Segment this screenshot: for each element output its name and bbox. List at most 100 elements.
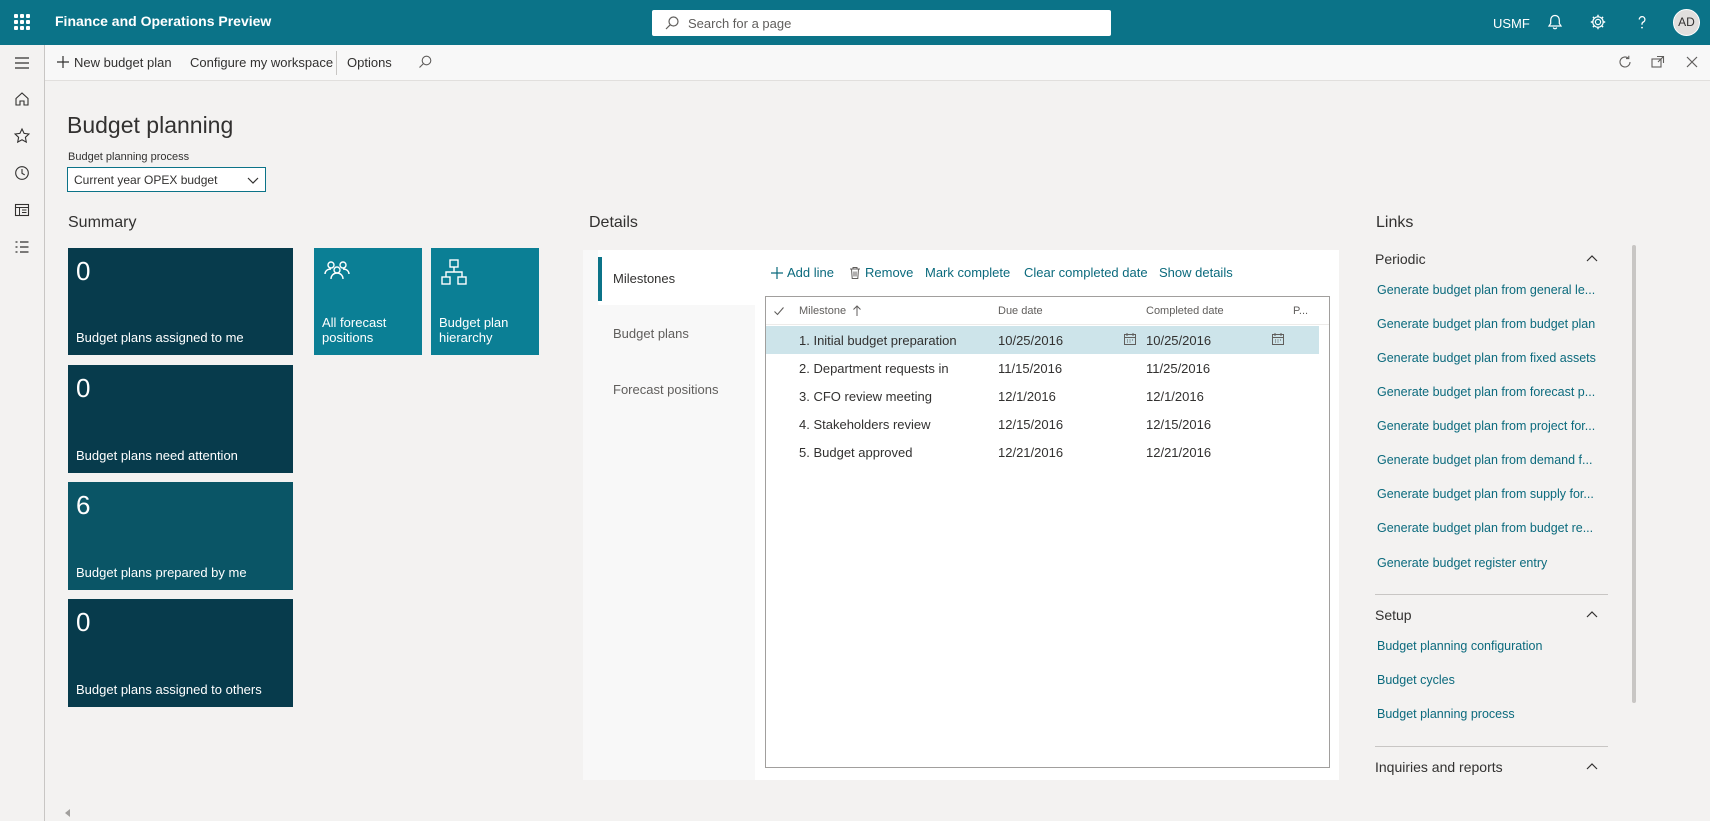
- star-icon[interactable]: [13, 127, 31, 145]
- milestone-cell: 1. Initial budget preparation: [799, 333, 957, 348]
- close-icon[interactable]: [1684, 54, 1700, 70]
- column-header-p[interactable]: P...: [1293, 305, 1308, 317]
- company-picker[interactable]: USMF: [1493, 16, 1530, 31]
- tile-label: Budget plans assigned to others: [76, 682, 262, 697]
- budget-planning-process-combobox[interactable]: Current year OPEX budget: [67, 167, 266, 192]
- chevron-up-icon[interactable]: [1584, 607, 1600, 623]
- hierarchy-icon: [441, 259, 467, 285]
- process-field-label: Budget planning process: [68, 151, 190, 163]
- remove-button[interactable]: Remove: [865, 265, 913, 280]
- app-title[interactable]: Finance and Operations Preview: [55, 13, 271, 29]
- milestone-cell: 3. CFO review meeting: [799, 389, 932, 404]
- tile-count: 0: [76, 607, 91, 637]
- tile-label: Budget plans assigned to me: [76, 330, 244, 345]
- table-row[interactable]: 1. Initial budget preparation 10/25/2016…: [766, 326, 1319, 354]
- checkmark-icon[interactable]: [773, 305, 785, 317]
- links-scrollbar[interactable]: [1632, 245, 1636, 703]
- search-icon[interactable]: [417, 54, 433, 70]
- tile-prepared-by-me[interactable]: 6 Budget plans prepared by me: [68, 482, 293, 590]
- tile-need-attention[interactable]: 0 Budget plans need attention: [68, 365, 293, 473]
- tab-forecast-positions[interactable]: Forecast positions: [613, 382, 719, 397]
- tile-budget-plan-hierarchy[interactable]: Budget plan hierarchy: [431, 248, 539, 355]
- search-input[interactable]: Search for a page: [652, 10, 1111, 36]
- link-generate-from-budget-register[interactable]: Generate budget plan from budget re...: [1377, 521, 1593, 535]
- completed-date-cell[interactable]: 10/25/2016: [1146, 333, 1211, 348]
- link-generate-from-project-forecasts[interactable]: Generate budget plan from project for...: [1377, 419, 1595, 433]
- link-generate-from-general-ledger[interactable]: Generate budget plan from general le...: [1377, 283, 1595, 297]
- table-row[interactable]: 4. Stakeholders review 12/15/2016 12/15/…: [766, 410, 1319, 438]
- chevron-up-icon[interactable]: [1584, 251, 1600, 267]
- completed-date-cell: 12/15/2016: [1146, 417, 1212, 432]
- summary-heading: Summary: [68, 214, 137, 231]
- divider: [1375, 594, 1608, 595]
- mark-complete-button[interactable]: Mark complete: [925, 265, 1010, 280]
- link-generate-budget-register-entry[interactable]: Generate budget register entry: [1377, 556, 1547, 570]
- link-budget-cycles[interactable]: Budget cycles: [1377, 673, 1455, 687]
- modules-list-icon[interactable]: [13, 238, 31, 256]
- help-icon[interactable]: [1633, 13, 1651, 31]
- add-line-button[interactable]: Add line: [787, 265, 834, 280]
- column-header-completed-date[interactable]: Completed date: [1146, 305, 1224, 317]
- configure-workspace-button[interactable]: Configure my workspace: [190, 55, 333, 70]
- tab-budget-plans[interactable]: Budget plans: [613, 326, 689, 341]
- link-budget-planning-configuration[interactable]: Budget planning configuration: [1377, 639, 1542, 653]
- link-generate-from-supply-forecast[interactable]: Generate budget plan from supply for...: [1377, 487, 1594, 501]
- milestones-grid: Milestone Due date Completed date P... 1…: [765, 296, 1330, 768]
- workspaces-icon[interactable]: [13, 201, 31, 219]
- link-generate-from-budget-plan[interactable]: Generate budget plan from budget plan: [1377, 317, 1595, 331]
- tile-label: All forecast positions: [322, 315, 387, 345]
- show-details-button[interactable]: Show details: [1159, 265, 1233, 280]
- calendar-icon[interactable]: [1123, 332, 1137, 346]
- search-icon: [665, 16, 679, 30]
- completed-date-cell: 12/21/2016: [1146, 445, 1212, 460]
- inquiries-group-heading[interactable]: Inquiries and reports: [1375, 759, 1503, 775]
- due-date-cell: 12/1/2016: [998, 389, 1056, 404]
- link-generate-from-demand-forecast[interactable]: Generate budget plan from demand f...: [1377, 453, 1592, 467]
- hamburger-menu-icon[interactable]: [13, 54, 31, 72]
- new-budget-plan-button[interactable]: New budget plan: [74, 55, 172, 70]
- gear-icon[interactable]: [1589, 13, 1607, 31]
- tile-assigned-to-others[interactable]: 0 Budget plans assigned to others: [68, 599, 293, 707]
- setup-group-heading[interactable]: Setup: [1375, 607, 1412, 623]
- refresh-icon[interactable]: [1617, 54, 1633, 70]
- plus-icon: [57, 56, 69, 68]
- links-heading: Links: [1376, 214, 1414, 231]
- active-tab-indicator: [598, 257, 602, 301]
- periodic-group-heading[interactable]: Periodic: [1375, 251, 1426, 267]
- clock-icon[interactable]: [13, 164, 31, 182]
- top-navigation-bar: Finance and Operations Preview Search fo…: [0, 0, 1710, 45]
- plus-icon: [771, 267, 783, 279]
- clear-completed-date-button[interactable]: Clear completed date: [1024, 265, 1148, 280]
- chevron-up-icon[interactable]: [1584, 759, 1600, 775]
- column-header-milestone[interactable]: Milestone: [799, 305, 846, 317]
- bell-icon[interactable]: [1546, 13, 1564, 31]
- tile-label: Budget plan hierarchy: [439, 315, 509, 345]
- table-row[interactable]: 3. CFO review meeting 12/1/2016 12/1/201…: [766, 382, 1319, 410]
- scroll-left-icon[interactable]: [64, 809, 72, 817]
- chevron-down-icon[interactable]: [245, 172, 261, 188]
- due-date-cell: 12/21/2016: [998, 445, 1064, 460]
- due-date-cell: 12/15/2016: [998, 417, 1064, 432]
- link-generate-from-forecast-positions[interactable]: Generate budget plan from forecast p...: [1377, 385, 1595, 399]
- tile-count: 0: [76, 256, 91, 286]
- app-launcher-icon[interactable]: [14, 14, 30, 30]
- tile-assigned-to-me[interactable]: 0 Budget plans assigned to me: [68, 248, 293, 355]
- link-generate-from-fixed-assets[interactable]: Generate budget plan from fixed assets: [1377, 351, 1596, 365]
- table-row[interactable]: 2. Department requests in 11/15/2016 11/…: [766, 354, 1319, 382]
- sort-ascending-icon: [853, 305, 861, 316]
- divider: [336, 51, 337, 75]
- calendar-icon[interactable]: [1271, 332, 1285, 346]
- table-row[interactable]: 5. Budget approved 12/21/2016 12/21/2016: [766, 438, 1319, 466]
- home-icon[interactable]: [13, 90, 31, 108]
- tab-milestones[interactable]: Milestones: [613, 271, 675, 286]
- avatar[interactable]: AD: [1673, 9, 1700, 36]
- options-tab[interactable]: Options: [347, 55, 392, 70]
- milestone-cell: 2. Department requests in: [799, 361, 949, 376]
- tile-count: 0: [76, 373, 91, 403]
- due-date-cell[interactable]: 10/25/2016: [998, 333, 1063, 348]
- open-new-window-icon[interactable]: [1650, 54, 1666, 70]
- column-header-due-date[interactable]: Due date: [998, 305, 1043, 317]
- search-placeholder: Search for a page: [688, 16, 792, 31]
- tile-all-forecast-positions[interactable]: All forecast positions: [314, 248, 422, 355]
- link-budget-planning-process[interactable]: Budget planning process: [1377, 707, 1515, 721]
